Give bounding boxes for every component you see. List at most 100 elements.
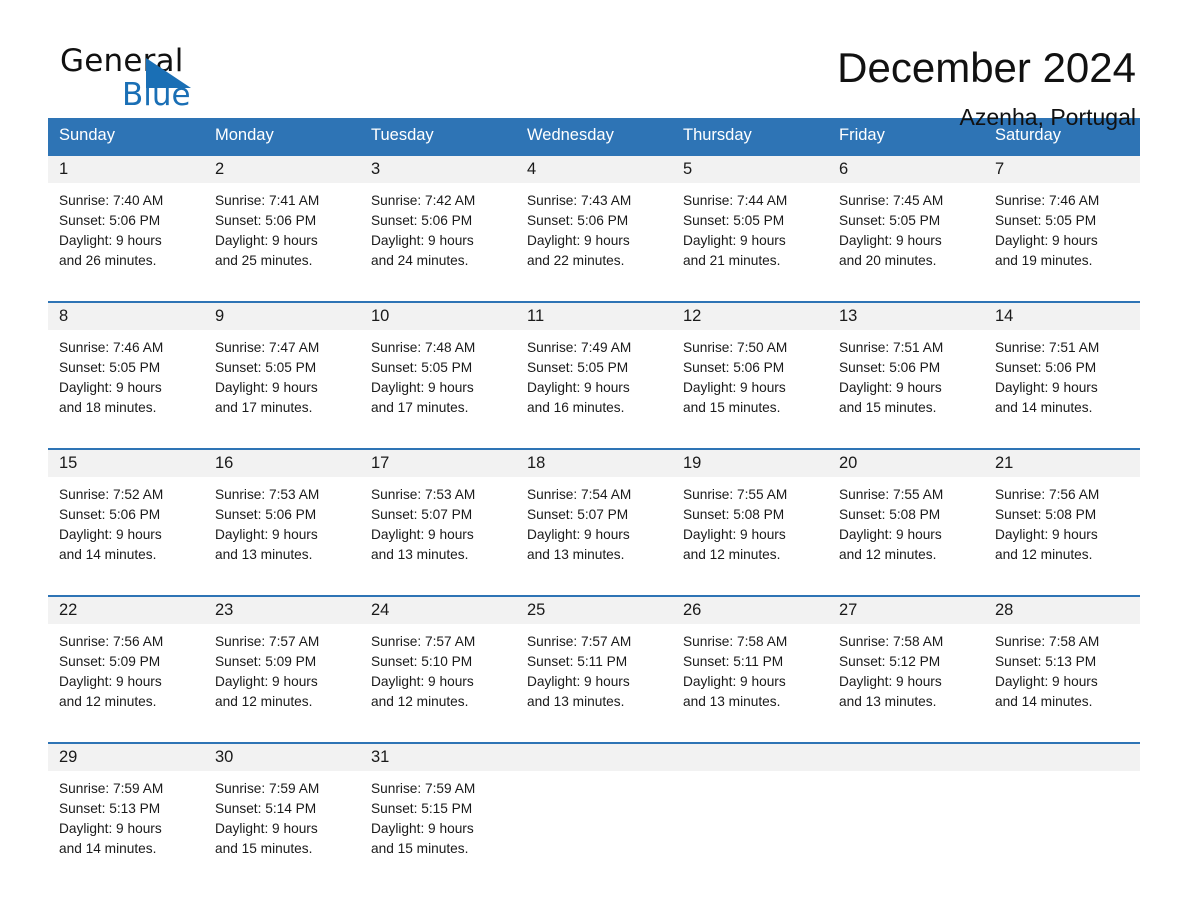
day-sun-details: Sunrise: 7:53 AM Sunset: 5:06 PM Daylight:… xyxy=(204,477,360,575)
day-sun-details: Sunrise: 7:41 AM Sunset: 5:06 PM Daylight:… xyxy=(204,183,360,281)
day-sun-details: Sunrise: 7:57 AM Sunset: 5:09 PM Daylight:… xyxy=(204,624,360,722)
calendar-day-cell[interactable]: 9 Sunrise: 7:47 AM Sunset: 5:05 PM Daylight… xyxy=(204,301,360,428)
calendar-day-cell[interactable]: 25 Sunrise: 7:57 AM Sunset: 5:11 PM Dayligh… xyxy=(516,595,672,722)
day-sun-details: Sunrise: 7:59 AM Sunset: 5:14 PM Daylight:… xyxy=(204,771,360,869)
calendar-day-cell[interactable]: 31 Sunrise: 7:59 AM Sunset: 5:15 PM Dayligh… xyxy=(360,742,516,869)
daylight-text-line1: Daylight: 9 hours xyxy=(527,233,630,248)
day-sun-details: Sunrise: 7:42 AM Sunset: 5:06 PM Daylight:… xyxy=(360,183,516,281)
calendar-week-row: 22 Sunrise: 7:56 AM Sunset: 5:09 PM Dayligh… xyxy=(48,595,1140,722)
daylight-text-line1: Daylight: 9 hours xyxy=(839,380,942,395)
day-sun-details: Sunrise: 7:58 AM Sunset: 5:13 PM Daylight:… xyxy=(984,624,1140,722)
calendar-day-cell[interactable]: 1 Sunrise: 7:40 AM Sunset: 5:06 PM Daylight… xyxy=(48,154,204,281)
sunset-text: Sunset: 5:08 PM xyxy=(839,507,941,522)
day-number: 21 xyxy=(984,450,1140,477)
daylight-text-line1: Daylight: 9 hours xyxy=(59,674,162,689)
sunset-text: Sunset: 5:05 PM xyxy=(839,213,941,228)
daylight-text-line2: and 18 minutes. xyxy=(59,400,157,415)
sunset-text: Sunset: 5:09 PM xyxy=(59,654,161,669)
weekday-header-tuesday: Tuesday xyxy=(360,118,516,155)
day-number: 3 xyxy=(360,156,516,183)
sunset-text: Sunset: 5:06 PM xyxy=(839,360,941,375)
calendar-day-cell[interactable]: 6 Sunrise: 7:45 AM Sunset: 5:05 PM Daylight… xyxy=(828,154,984,281)
daylight-text-line1: Daylight: 9 hours xyxy=(59,821,162,836)
day-sun-details: Sunrise: 7:58 AM Sunset: 5:11 PM Daylight:… xyxy=(672,624,828,722)
sunrise-text: Sunrise: 7:49 AM xyxy=(527,340,632,355)
daylight-text-line1: Daylight: 9 hours xyxy=(215,527,318,542)
sunrise-text: Sunrise: 7:59 AM xyxy=(371,781,476,796)
calendar-day-cell[interactable]: 2 Sunrise: 7:41 AM Sunset: 5:06 PM Daylight… xyxy=(204,154,360,281)
week-spacer xyxy=(48,428,1140,449)
calendar-day-cell[interactable]: 20 Sunrise: 7:55 AM Sunset: 5:08 PM Dayligh… xyxy=(828,448,984,575)
day-number xyxy=(984,744,1140,771)
daylight-text-line2: and 19 minutes. xyxy=(995,253,1093,268)
calendar-day-cell-empty xyxy=(984,742,1140,869)
calendar-day-cell[interactable]: 8 Sunrise: 7:46 AM Sunset: 5:05 PM Daylight… xyxy=(48,301,204,428)
day-sun-details: Sunrise: 7:56 AM Sunset: 5:09 PM Daylight:… xyxy=(48,624,204,722)
day-sun-details: Sunrise: 7:48 AM Sunset: 5:05 PM Daylight:… xyxy=(360,330,516,428)
calendar-day-cell[interactable]: 15 Sunrise: 7:52 AM Sunset: 5:06 PM Dayligh… xyxy=(48,448,204,575)
daylight-text-line1: Daylight: 9 hours xyxy=(839,674,942,689)
calendar-day-cell[interactable]: 29 Sunrise: 7:59 AM Sunset: 5:13 PM Dayligh… xyxy=(48,742,204,869)
sunrise-text: Sunrise: 7:55 AM xyxy=(839,487,944,502)
calendar-day-cell[interactable]: 11 Sunrise: 7:49 AM Sunset: 5:05 PM Dayligh… xyxy=(516,301,672,428)
calendar-day-cell-empty xyxy=(828,742,984,869)
calendar-day-cell[interactable]: 21 Sunrise: 7:56 AM Sunset: 5:08 PM Dayligh… xyxy=(984,448,1140,575)
logo-text-blue: Blue xyxy=(122,77,191,113)
calendar-day-cell[interactable]: 7 Sunrise: 7:46 AM Sunset: 5:05 PM Daylight… xyxy=(984,154,1140,281)
calendar-day-cell[interactable]: 30 Sunrise: 7:59 AM Sunset: 5:14 PM Dayligh… xyxy=(204,742,360,869)
daylight-text-line2: and 24 minutes. xyxy=(371,253,469,268)
calendar-day-cell[interactable]: 22 Sunrise: 7:56 AM Sunset: 5:09 PM Dayligh… xyxy=(48,595,204,722)
calendar-day-cell[interactable]: 5 Sunrise: 7:44 AM Sunset: 5:05 PM Daylight… xyxy=(672,154,828,281)
calendar-week-row: 15 Sunrise: 7:52 AM Sunset: 5:06 PM Dayligh… xyxy=(48,448,1140,575)
calendar-day-cell[interactable]: 16 Sunrise: 7:53 AM Sunset: 5:06 PM Dayligh… xyxy=(204,448,360,575)
daylight-text-line1: Daylight: 9 hours xyxy=(839,527,942,542)
daylight-text-line1: Daylight: 9 hours xyxy=(371,527,474,542)
daylight-text-line2: and 14 minutes. xyxy=(995,400,1093,415)
daylight-text-line2: and 20 minutes. xyxy=(839,253,937,268)
calendar-day-cell[interactable]: 13 Sunrise: 7:51 AM Sunset: 5:06 PM Dayligh… xyxy=(828,301,984,428)
week-spacer-cell xyxy=(48,281,1140,302)
sunrise-text: Sunrise: 7:41 AM xyxy=(215,193,320,208)
daylight-text-line2: and 15 minutes. xyxy=(839,400,937,415)
calendar-week-row: 1 Sunrise: 7:40 AM Sunset: 5:06 PM Daylight… xyxy=(48,154,1140,281)
daylight-text-line1: Daylight: 9 hours xyxy=(683,380,786,395)
sunrise-text: Sunrise: 7:55 AM xyxy=(683,487,788,502)
week-spacer-cell xyxy=(48,575,1140,596)
calendar-day-cell[interactable]: 19 Sunrise: 7:55 AM Sunset: 5:08 PM Dayligh… xyxy=(672,448,828,575)
day-sun-details: Sunrise: 7:56 AM Sunset: 5:08 PM Daylight:… xyxy=(984,477,1140,575)
daylight-text-line2: and 15 minutes. xyxy=(371,841,469,856)
sunrise-text: Sunrise: 7:56 AM xyxy=(995,487,1100,502)
calendar-day-cell[interactable]: 10 Sunrise: 7:48 AM Sunset: 5:05 PM Dayligh… xyxy=(360,301,516,428)
calendar-day-cell[interactable]: 3 Sunrise: 7:42 AM Sunset: 5:06 PM Daylight… xyxy=(360,154,516,281)
calendar-day-cell[interactable]: 18 Sunrise: 7:54 AM Sunset: 5:07 PM Dayligh… xyxy=(516,448,672,575)
daylight-text-line2: and 13 minutes. xyxy=(527,547,625,562)
calendar-day-cell[interactable]: 27 Sunrise: 7:58 AM Sunset: 5:12 PM Dayligh… xyxy=(828,595,984,722)
calendar-day-cell[interactable]: 14 Sunrise: 7:51 AM Sunset: 5:06 PM Dayligh… xyxy=(984,301,1140,428)
sunset-text: Sunset: 5:05 PM xyxy=(683,213,785,228)
calendar-day-cell[interactable]: 24 Sunrise: 7:57 AM Sunset: 5:10 PM Dayligh… xyxy=(360,595,516,722)
day-sun-details: Sunrise: 7:55 AM Sunset: 5:08 PM Daylight:… xyxy=(828,477,984,575)
calendar-day-cell[interactable]: 28 Sunrise: 7:58 AM Sunset: 5:13 PM Dayligh… xyxy=(984,595,1140,722)
calendar-day-cell[interactable]: 12 Sunrise: 7:50 AM Sunset: 5:06 PM Dayligh… xyxy=(672,301,828,428)
general-blue-logo[interactable]: General Blue xyxy=(48,46,260,118)
sunrise-text: Sunrise: 7:59 AM xyxy=(59,781,164,796)
day-number: 30 xyxy=(204,744,360,771)
page-header: General Blue December 2024 Azenha, Portu… xyxy=(48,0,1140,130)
day-sun-details: Sunrise: 7:50 AM Sunset: 5:06 PM Daylight:… xyxy=(672,330,828,428)
sunset-text: Sunset: 5:14 PM xyxy=(215,801,317,816)
week-spacer xyxy=(48,722,1140,743)
calendar-day-cell[interactable]: 17 Sunrise: 7:53 AM Sunset: 5:07 PM Dayligh… xyxy=(360,448,516,575)
weekday-header-wednesday: Wednesday xyxy=(516,118,672,155)
calendar-day-cell[interactable]: 26 Sunrise: 7:58 AM Sunset: 5:11 PM Dayligh… xyxy=(672,595,828,722)
day-sun-details xyxy=(672,771,828,855)
sunrise-text: Sunrise: 7:51 AM xyxy=(995,340,1100,355)
calendar-day-cell[interactable]: 4 Sunrise: 7:43 AM Sunset: 5:06 PM Daylight… xyxy=(516,154,672,281)
day-sun-details xyxy=(984,771,1140,855)
sunset-text: Sunset: 5:06 PM xyxy=(215,507,317,522)
calendar-day-cell[interactable]: 23 Sunrise: 7:57 AM Sunset: 5:09 PM Dayligh… xyxy=(204,595,360,722)
day-number: 16 xyxy=(204,450,360,477)
daylight-text-line2: and 13 minutes. xyxy=(371,547,469,562)
sunrise-text: Sunrise: 7:56 AM xyxy=(59,634,164,649)
daylight-text-line2: and 14 minutes. xyxy=(59,547,157,562)
daylight-text-line1: Daylight: 9 hours xyxy=(371,821,474,836)
